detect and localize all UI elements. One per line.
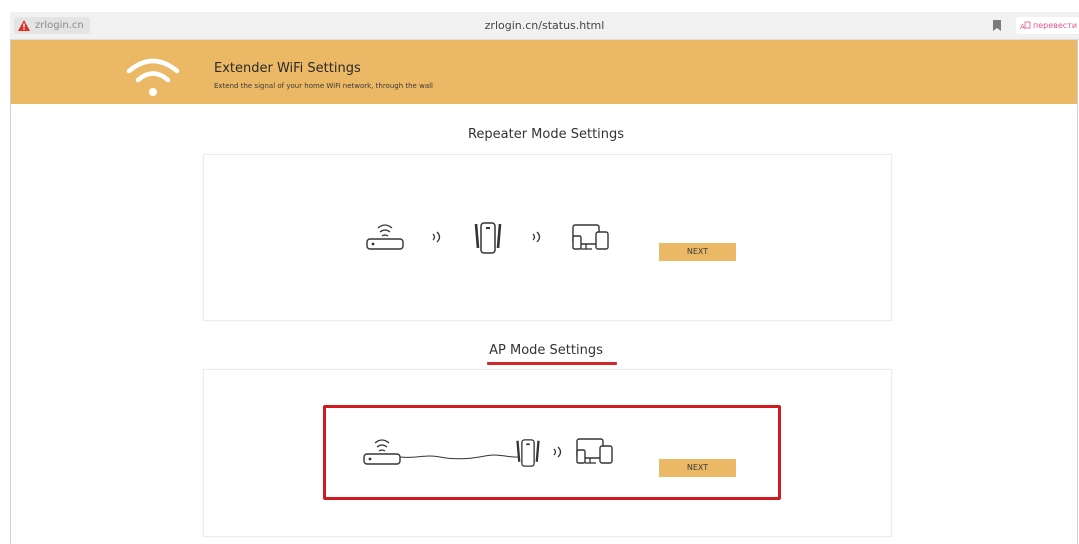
ap-mode-highlight-annotation bbox=[323, 405, 781, 500]
signal-waves-icon bbox=[532, 231, 541, 243]
window-frame-left bbox=[10, 39, 11, 544]
url-text[interactable]: zrlogin.cn/status.html bbox=[10, 19, 1079, 32]
wifi-logo-icon bbox=[126, 58, 180, 96]
bookmark-icon[interactable] bbox=[993, 20, 1001, 31]
page-header: Extender WiFi Settings Extend the signal… bbox=[11, 40, 1077, 104]
repeater-mode-title: Repeater Mode Settings bbox=[467, 127, 625, 142]
browser-address-bar[interactable]: zrlogin.cn zrlogin.cn/status.html A пере… bbox=[10, 12, 1079, 40]
svg-text:A: A bbox=[1020, 23, 1025, 31]
repeater-mode-card[interactable] bbox=[203, 154, 892, 321]
router-icon bbox=[366, 224, 404, 250]
devices-icon bbox=[572, 224, 609, 250]
ap-mode-title: AP Mode Settings bbox=[489, 343, 603, 358]
signal-waves-icon bbox=[432, 231, 441, 243]
window-frame-right bbox=[1077, 39, 1078, 544]
extender-icon bbox=[474, 222, 502, 254]
repeater-next-button[interactable]: NEXT bbox=[659, 243, 736, 261]
translate-label: перевести bbox=[1033, 21, 1078, 30]
translate-icon: A bbox=[1020, 21, 1031, 31]
page-subtitle: Extend the signal of your home WiFi netw… bbox=[214, 82, 433, 90]
translate-button[interactable]: A перевести bbox=[1016, 17, 1079, 34]
ap-title-underline-annotation bbox=[487, 362, 617, 365]
page-title: Extender WiFi Settings bbox=[214, 61, 361, 76]
